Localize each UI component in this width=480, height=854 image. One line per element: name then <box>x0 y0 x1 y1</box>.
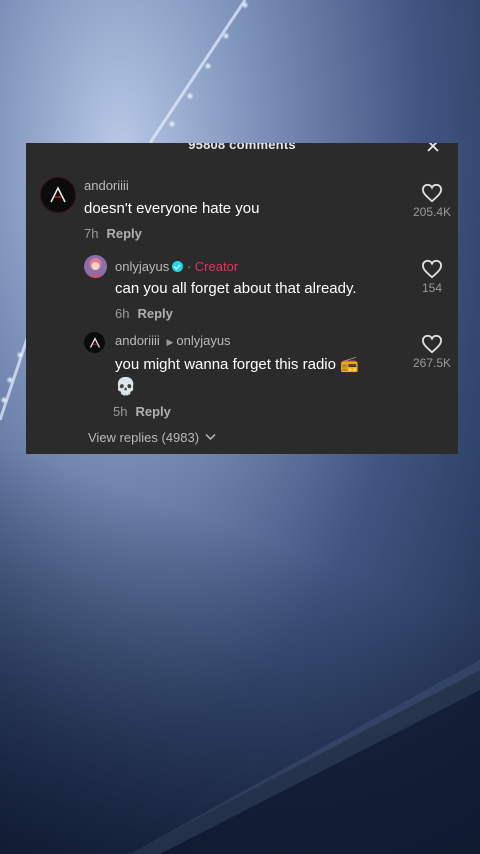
comment-time: 6h <box>115 306 130 321</box>
reply-to-username[interactable]: onlyjayus <box>176 333 230 348</box>
comment-text: you might wanna forget this radio 📻 <box>115 356 359 373</box>
chevron-down-icon <box>205 433 216 441</box>
logo-icon <box>50 186 66 203</box>
close-icon[interactable] <box>426 143 440 153</box>
username-text[interactable]: andoriiii <box>115 333 160 348</box>
avatar[interactable] <box>84 332 105 353</box>
reply-button[interactable]: Reply <box>135 404 170 419</box>
comments-panel: 95808 comments andoriiii doesn't everyon… <box>26 143 458 454</box>
comment-username[interactable]: andoriiii ▶ onlyjayus <box>115 333 231 348</box>
comment-username[interactable]: andoriiii <box>84 178 129 193</box>
comment-count-title: 95808 comments <box>188 143 296 152</box>
view-replies-button[interactable]: View replies (4983) <box>88 430 216 445</box>
verified-badge-icon <box>172 261 184 272</box>
like-button[interactable]: 154 <box>402 259 458 295</box>
like-count: 205.4K <box>412 205 452 219</box>
view-replies-label: View replies (4983) <box>88 430 200 445</box>
avatar[interactable] <box>40 177 76 213</box>
creator-badge: Creator <box>194 259 239 274</box>
like-button[interactable]: 267.5K <box>402 334 458 370</box>
heart-icon <box>421 334 443 354</box>
avatar[interactable] <box>84 255 107 278</box>
like-button[interactable]: 205.4K <box>402 183 458 219</box>
heart-icon <box>421 183 443 203</box>
comment-meta: 5h Reply <box>113 404 171 419</box>
comment-meta: 6h Reply <box>115 306 173 321</box>
comment-time: 5h <box>113 404 128 419</box>
like-count: 154 <box>421 281 443 295</box>
like-count: 267.5K <box>412 356 452 370</box>
comment-text: can you all forget about that already. <box>115 280 357 297</box>
reply-button[interactable]: Reply <box>106 226 141 241</box>
logo-icon <box>89 336 100 348</box>
comment-time: 7h <box>84 226 99 241</box>
avatar-illustration-icon <box>84 255 107 278</box>
comment-text-line2: 💀 <box>115 377 137 396</box>
username-text[interactable]: onlyjayus <box>115 259 169 274</box>
heart-icon <box>421 259 443 279</box>
comment-text: doesn't everyone hate you <box>84 200 260 217</box>
comment-username[interactable]: onlyjayus · Creator <box>115 259 238 274</box>
reply-button[interactable]: Reply <box>137 306 172 321</box>
comment-meta: 7h Reply <box>84 226 142 241</box>
reply-arrow-icon: ▶ <box>166 337 174 347</box>
